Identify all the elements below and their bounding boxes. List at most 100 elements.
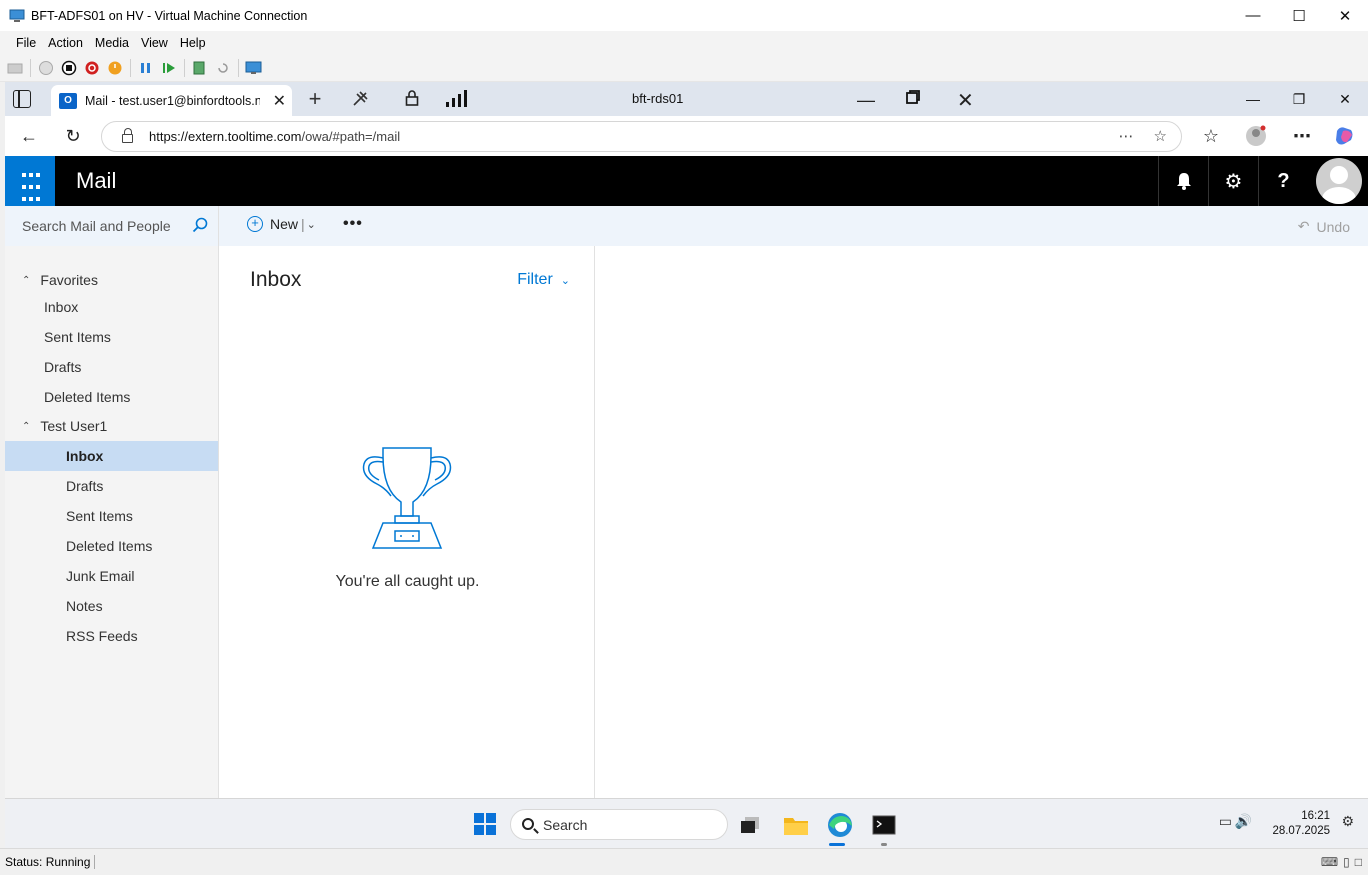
address-bar[interactable]: https://extern.tooltime.com/owa/#path=/m… <box>101 121 1182 152</box>
close-button[interactable]: ✕ <box>1322 0 1368 31</box>
settings-more-icon[interactable]: ⋯ <box>1288 122 1316 150</box>
account-group[interactable]: ⌃ Test User1 <box>5 411 219 441</box>
edge-browser-icon[interactable] <box>823 809 857 841</box>
chevron-up-icon[interactable]: ⌃ <box>22 275 30 286</box>
avatar[interactable] <box>1316 158 1362 204</box>
rdp-minimize-button[interactable]: — <box>857 90 875 111</box>
revert-icon[interactable] <box>213 58 233 78</box>
menu-action[interactable]: Action <box>42 36 89 50</box>
system-clock[interactable]: 16:21 28.07.2025 <box>1272 809 1330 839</box>
profile-icon[interactable] <box>1242 122 1270 150</box>
save-state-icon[interactable] <box>105 58 125 78</box>
chevron-up-icon[interactable]: ⌃ <box>22 421 30 432</box>
outlook-icon: O <box>59 92 77 109</box>
chevron-down-icon[interactable]: ⌄ <box>307 218 316 231</box>
copilot-icon[interactable] <box>1330 122 1358 150</box>
new-label: New <box>270 216 299 232</box>
terminal-icon[interactable] <box>867 809 901 841</box>
folder-item-deleted-items[interactable]: Deleted Items <box>5 531 218 561</box>
keyboard-icon: ⌨ <box>1320 855 1339 869</box>
site-lock-icon[interactable] <box>122 128 133 143</box>
tab-actions-icon[interactable] <box>13 90 31 108</box>
vm-toolbar <box>0 54 1368 82</box>
guest-screen: O Mail - test.user1@binfordtools.net ✕ +… <box>5 82 1368 848</box>
maximize-button[interactable]: ☐ <box>1276 0 1322 31</box>
enhanced-session-icon[interactable] <box>244 58 264 78</box>
favorites-icon[interactable]: ☆ <box>1197 122 1225 150</box>
minimize-button[interactable]: — <box>1230 0 1276 31</box>
lock-status-icon: □ <box>1354 855 1362 869</box>
notifications-bell-icon[interactable] <box>1158 156 1208 206</box>
rdp-connection-bar: bft-rds01 — ✕ <box>335 82 995 116</box>
folder-item-drafts[interactable]: Drafts <box>5 471 218 501</box>
folder-pane: ⌃ Favorites Inbox Sent Items Drafts Dele… <box>5 246 219 798</box>
reader-icon[interactable]: ⋯ <box>1119 127 1134 145</box>
shut-down-icon[interactable] <box>82 58 102 78</box>
menu-media[interactable]: Media <box>89 36 135 50</box>
refresh-icon[interactable]: ↻ <box>59 122 87 150</box>
app-launcher-icon[interactable] <box>5 156 55 206</box>
search-input[interactable]: Search Mail and People <box>5 206 219 246</box>
menu-file[interactable]: File <box>10 36 42 50</box>
new-message-button[interactable]: + New | ⌄ <box>247 216 316 232</box>
menu-view[interactable]: View <box>135 36 174 50</box>
start-icon[interactable] <box>36 58 56 78</box>
favorite-item-sent-items[interactable]: Sent Items <box>5 322 218 352</box>
pause-icon[interactable] <box>136 58 156 78</box>
vm-connection-icon <box>9 9 25 23</box>
task-view-icon[interactable] <box>733 809 767 841</box>
browser-minimize-button[interactable]: — <box>1230 82 1276 116</box>
vm-window-title: BFT-ADFS01 on HV - Virtual Machine Conne… <box>31 8 308 23</box>
message-list: Inbox Filter ⌄ You're all caught up. <box>220 246 595 798</box>
browser-address-row: ← ↻ https://extern.tooltime.com/owa/#pat… <box>5 116 1368 156</box>
vm-status-text: Status: Running <box>5 855 96 869</box>
file-explorer-icon[interactable] <box>779 809 813 841</box>
rdp-restore-button[interactable] <box>905 89 921 105</box>
undo-label: Undo <box>1316 218 1350 235</box>
trophy-icon <box>362 447 452 549</box>
folder-item-inbox[interactable]: Inbox <box>5 441 218 471</box>
command-bar: Search Mail and People + New | ⌄ ••• ↶ U… <box>5 206 1368 246</box>
plus-icon: + <box>247 216 263 232</box>
browser-close-button[interactable]: ✕ <box>1322 82 1368 116</box>
browser-tab-mail[interactable]: O Mail - test.user1@binfordtools.net ✕ <box>51 85 292 116</box>
volume-icon[interactable]: 🔊 <box>1235 813 1252 830</box>
signal-icon <box>445 90 469 108</box>
search-icon <box>522 818 534 830</box>
network-icon[interactable]: ▭ <box>1219 813 1232 830</box>
filter-button[interactable]: Filter ⌄ <box>517 271 570 289</box>
rdp-close-button[interactable]: ✕ <box>957 88 974 113</box>
favorite-item-deleted-items[interactable]: Deleted Items <box>5 382 218 412</box>
menu-help[interactable]: Help <box>174 36 212 50</box>
favorite-star-icon[interactable]: ☆ <box>1154 127 1167 145</box>
tab-title: Mail - test.user1@binfordtools.net <box>85 93 260 108</box>
search-icon[interactable] <box>192 217 208 233</box>
turn-off-icon[interactable] <box>59 58 79 78</box>
folder-item-rss-feeds[interactable]: RSS Feeds <box>5 621 218 651</box>
checkpoint-icon[interactable] <box>190 58 210 78</box>
favorites-group[interactable]: ⌃ Favorites <box>5 265 219 295</box>
resume-icon[interactable] <box>159 58 179 78</box>
url-text: https://extern.tooltime.com/owa/#path=/m… <box>149 129 401 144</box>
notification-icon[interactable]: ⚙ <box>1341 813 1354 830</box>
close-tab-icon[interactable]: ✕ <box>273 91 286 111</box>
favorite-item-inbox[interactable]: Inbox <box>5 292 218 322</box>
windows-start-icon[interactable] <box>474 813 496 835</box>
mouse-icon: ▯ <box>1343 855 1350 869</box>
taskbar-search-box[interactable]: Search <box>510 809 728 840</box>
new-tab-icon[interactable]: + <box>301 86 329 112</box>
undo-button[interactable]: ↶ Undo <box>1298 218 1350 235</box>
more-actions-icon[interactable]: ••• <box>343 215 363 233</box>
list-title: Inbox <box>250 268 302 291</box>
back-icon[interactable]: ← <box>15 122 43 150</box>
settings-gear-icon[interactable]: ⚙ <box>1208 156 1258 206</box>
browser-tab-strip: O Mail - test.user1@binfordtools.net ✕ +… <box>5 82 1368 116</box>
ctrl-alt-del-icon[interactable] <box>5 58 25 78</box>
browser-restore-button[interactable]: ❐ <box>1276 82 1322 116</box>
folder-item-sent-items[interactable]: Sent Items <box>5 501 218 531</box>
favorite-item-drafts[interactable]: Drafts <box>5 352 218 382</box>
help-icon[interactable]: ? <box>1258 156 1308 206</box>
folder-item-junk-email[interactable]: Junk Email <box>5 561 218 591</box>
pin-icon[interactable] <box>351 90 369 108</box>
folder-item-notes[interactable]: Notes <box>5 591 218 621</box>
